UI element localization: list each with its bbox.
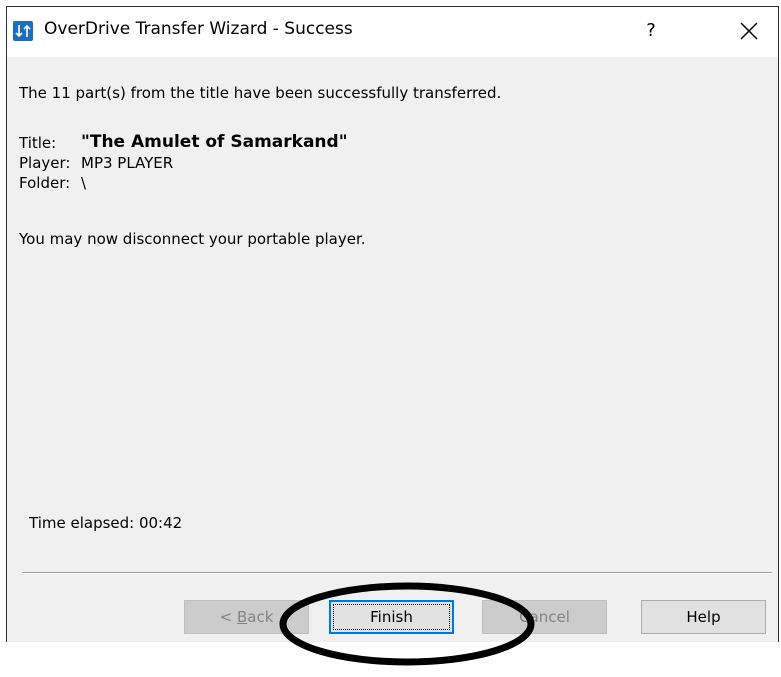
back-label-prefix: < bbox=[219, 608, 237, 626]
back-label-rest: ack bbox=[247, 608, 274, 626]
back-button[interactable]: < Back bbox=[184, 600, 309, 634]
back-label-mnemonic: B bbox=[236, 608, 248, 626]
help-button[interactable]: Help bbox=[641, 600, 766, 634]
help-title-button[interactable]: ? bbox=[639, 18, 663, 44]
wizard-window: OverDrive Transfer Wizard - Success ? Th… bbox=[6, 6, 779, 666]
focus-rectangle bbox=[333, 604, 450, 630]
title-value: "The Amulet of Samarkand" bbox=[81, 132, 348, 152]
title-label: Title: bbox=[19, 134, 57, 152]
player-value: MP3 PLAYER bbox=[81, 154, 174, 172]
player-label: Player: bbox=[19, 154, 71, 172]
help-label: Help bbox=[686, 608, 721, 626]
time-elapsed: Time elapsed: 00:42 bbox=[29, 514, 183, 532]
disconnect-message: You may now disconnect your portable pla… bbox=[19, 230, 366, 248]
finish-button[interactable]: Finish bbox=[329, 600, 454, 634]
button-separator bbox=[22, 572, 772, 574]
transfer-arrows-icon bbox=[13, 21, 33, 41]
close-icon bbox=[740, 22, 758, 40]
folder-label: Folder: bbox=[19, 174, 71, 192]
cancel-button[interactable]: Cancel bbox=[482, 600, 607, 634]
status-message: The 11 part(s) from the title have been … bbox=[19, 84, 502, 102]
title-bar[interactable]: OverDrive Transfer Wizard - Success ? bbox=[7, 7, 778, 57]
close-button[interactable] bbox=[734, 16, 764, 46]
folder-value: \ bbox=[81, 174, 87, 192]
cancel-label: Cancel bbox=[519, 608, 570, 626]
window-title: OverDrive Transfer Wizard - Success bbox=[44, 19, 353, 39]
wizard-body: The 11 part(s) from the title have been … bbox=[7, 57, 778, 666]
